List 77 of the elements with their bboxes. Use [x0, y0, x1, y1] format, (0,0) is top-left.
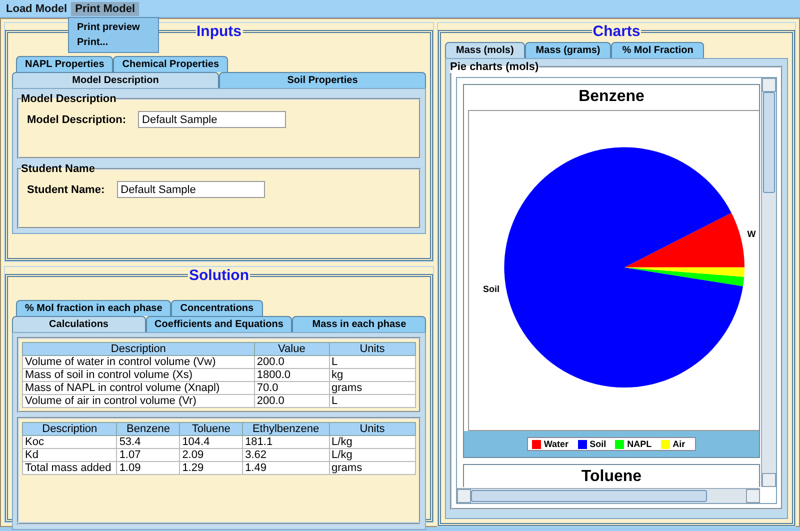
table-cell: grams — [329, 382, 416, 394]
table-cell: 1.49 — [242, 462, 330, 474]
tab[interactable]: Model Description — [12, 72, 219, 88]
panel-title: Solution — [188, 267, 250, 284]
table-cell: 2.09 — [180, 448, 243, 462]
horizontal-scrollbar[interactable] — [457, 488, 760, 503]
column-header: Toluene — [180, 422, 243, 436]
group-title: Pie charts (mols) — [450, 61, 539, 73]
chart-title: Toluene — [580, 467, 643, 487]
tab[interactable]: Soil Properties — [219, 72, 426, 88]
table-cell: Volume of air in control volume (Vr) — [22, 394, 254, 408]
field-label: Student Name: — [27, 184, 105, 196]
field-label: Model Description: — [27, 114, 126, 126]
tab[interactable]: Mass in each phase — [292, 316, 426, 332]
table-cell: kg — [329, 368, 416, 382]
scroll-thumb[interactable] — [471, 490, 707, 502]
panel-title: Inputs — [196, 23, 242, 40]
legend-label: Air — [672, 439, 686, 449]
menu-item[interactable]: Print Model — [71, 2, 139, 16]
scroll-left-button[interactable] — [457, 489, 471, 503]
column-header: Benzene — [116, 422, 180, 436]
tab[interactable]: Mass (mols) — [445, 42, 525, 58]
panel-title: Charts — [592, 23, 642, 40]
menu-item[interactable]: Print... — [69, 35, 158, 50]
table-cell: 3.62 — [242, 448, 330, 462]
tab[interactable]: NAPL Properties — [16, 56, 114, 72]
legend-label: Water — [544, 439, 569, 449]
table-cell: grams — [329, 462, 416, 474]
scroll-up-button[interactable] — [762, 78, 776, 92]
table-cell: Total mass added — [22, 462, 117, 474]
table-cell: 1800.0 — [254, 368, 330, 382]
group-title: Student Name — [21, 163, 95, 175]
scroll-down-button[interactable] — [762, 473, 776, 487]
table-cell: 181.1 — [242, 436, 330, 448]
legend-label: Soil — [590, 439, 606, 449]
group-title: Model Description — [21, 93, 116, 105]
table-cell: 53.4 — [116, 436, 180, 448]
table-cell: 70.0 — [254, 382, 330, 394]
tab[interactable]: Coefficients and Equations — [146, 316, 292, 332]
table-cell: Mass of NAPL in control volume (Xnapl) — [22, 382, 254, 394]
tab[interactable]: Concentrations — [171, 300, 263, 316]
text-field[interactable]: Default Sample — [116, 181, 265, 198]
table-cell: 200.0 — [254, 394, 330, 408]
tab[interactable]: Calculations — [12, 316, 146, 332]
table-cell: 200.0 — [254, 356, 330, 368]
table-cell: 1.29 — [180, 462, 243, 474]
table-cell: 1.09 — [116, 462, 180, 474]
tab[interactable]: Chemical Properties — [113, 56, 228, 72]
table-cell: Koc — [22, 436, 117, 448]
scroll-thumb[interactable] — [763, 92, 775, 194]
vertical-scrollbar[interactable] — [761, 78, 776, 487]
tab[interactable]: % Mol fraction in each phase — [16, 300, 172, 316]
table-cell: L/kg — [329, 448, 416, 462]
table-cell: 1.07 — [116, 448, 180, 462]
column-header: Ethylbenzene — [242, 422, 330, 436]
table-cell: L — [329, 394, 416, 408]
menu-item[interactable]: Load Model — [2, 2, 72, 16]
tab[interactable]: Mass (grams) — [524, 42, 612, 58]
column-header: Units — [329, 422, 416, 436]
menu-item[interactable]: Print preview — [69, 20, 158, 35]
text-field[interactable]: Default Sample — [138, 111, 286, 128]
legend-label: NAPL — [627, 439, 652, 449]
column-header: Description — [22, 422, 117, 436]
column-header: Value — [254, 342, 330, 356]
table-cell: L/kg — [329, 436, 416, 448]
chart-title: Benzene — [578, 87, 646, 107]
table-cell: Mass of soil in control volume (Xs) — [22, 368, 254, 382]
slice-label: W — [747, 228, 756, 239]
column-header: Units — [329, 342, 416, 356]
slice-label: Soil — [483, 284, 500, 294]
table-cell: 104.4 — [180, 436, 243, 448]
table-cell: Volume of water in control volume (Vw) — [22, 356, 254, 368]
tab[interactable]: % Mol Fraction — [611, 42, 704, 58]
table-cell: L — [329, 356, 416, 368]
table-cell: Kd — [22, 448, 117, 462]
scroll-right-button[interactable] — [746, 489, 760, 503]
column-header: Description — [22, 342, 254, 356]
